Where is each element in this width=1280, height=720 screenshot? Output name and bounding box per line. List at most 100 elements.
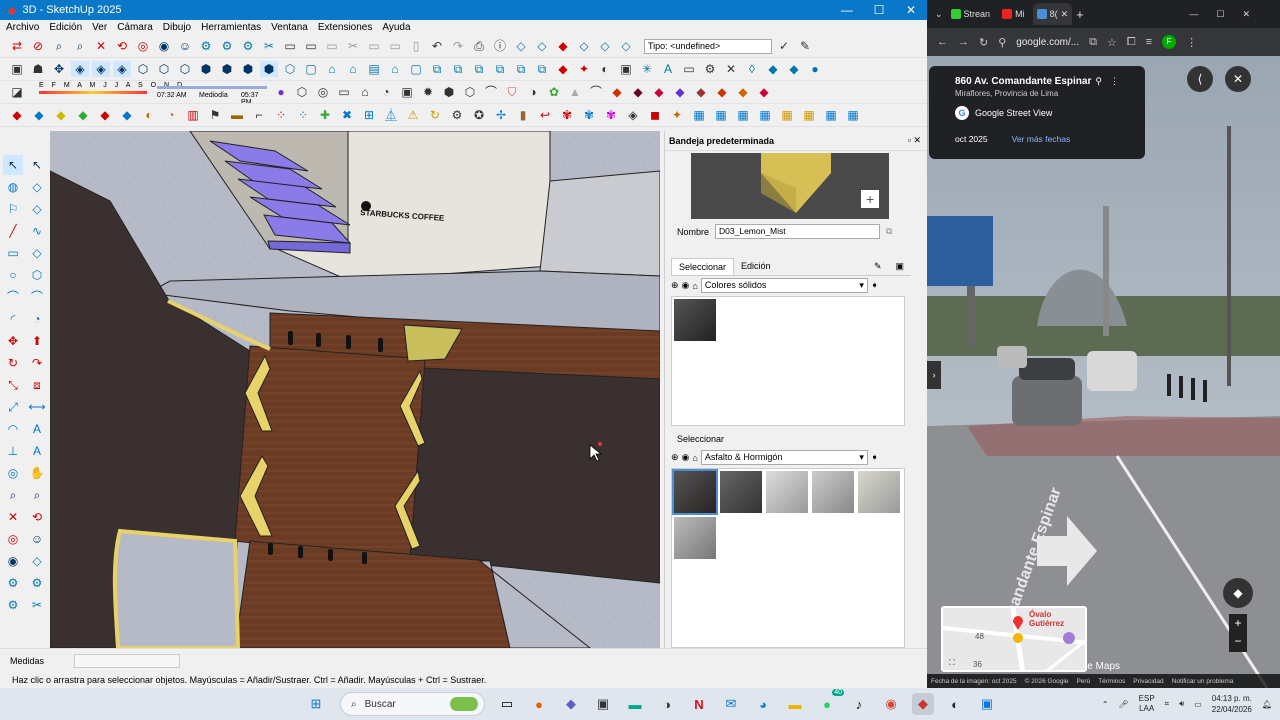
- position-camera-tool-icon[interactable]: ◎: [3, 529, 23, 549]
- arrow-tool-3[interactable]: ◆: [650, 84, 668, 100]
- tag-eraser-icon[interactable]: ◇: [27, 199, 47, 219]
- shield-icon[interactable]: ⛉: [503, 84, 521, 100]
- home-icon[interactable]: ⌂: [692, 281, 697, 291]
- plugin-icon-38[interactable]: ▦: [822, 107, 840, 123]
- drop-icon-2[interactable]: ◆: [764, 61, 782, 77]
- back-icon[interactable]: ←: [937, 36, 948, 48]
- details-icon[interactable]: ➧: [871, 280, 879, 291]
- xray-icon[interactable]: ⬡: [134, 61, 152, 77]
- plugin-icon-13[interactable]: ⁘: [272, 107, 290, 123]
- plugin-icon-7[interactable]: ◐: [140, 107, 158, 123]
- scale-tool-icon[interactable]: ⤡: [3, 375, 23, 395]
- plugin-icon-29[interactable]: ◈: [624, 107, 642, 123]
- plugin-icon-36[interactable]: ▦: [778, 107, 796, 123]
- models-icon[interactable]: ▣: [8, 61, 26, 77]
- section-fill-icon[interactable]: ⚙: [239, 38, 257, 54]
- solid-split-icon[interactable]: ⧉: [533, 61, 551, 77]
- store-icon[interactable]: ▣: [592, 693, 614, 715]
- protractor-icon[interactable]: ◠: [3, 419, 23, 439]
- curve-icon[interactable]: ⌒: [482, 84, 500, 100]
- mail-icon[interactable]: ✉: [720, 693, 742, 715]
- menu-archivo[interactable]: Archivo: [6, 22, 39, 33]
- notification-icon[interactable]: 🔔︎: [1262, 700, 1272, 709]
- month-slider[interactable]: [39, 91, 147, 94]
- photos-icon[interactable]: ▬: [624, 693, 646, 715]
- menu-edicion[interactable]: Edición: [49, 22, 82, 33]
- box-icon-2[interactable]: ◎: [314, 84, 332, 100]
- arrow-tool-2[interactable]: ◆: [629, 84, 647, 100]
- plugin-icon-25[interactable]: ↩: [536, 107, 554, 123]
- plugin-icon-6[interactable]: ◆: [118, 107, 136, 123]
- mic-icon[interactable]: 🎤︎: [1119, 700, 1129, 709]
- top-view-icon[interactable]: ◈: [92, 61, 110, 77]
- extension-icon-1[interactable]: ●: [272, 84, 290, 100]
- style-icon-4[interactable]: ▣: [617, 61, 635, 77]
- select-tool-icon[interactable]: ↖: [3, 155, 23, 175]
- pie-tool-icon[interactable]: ◔: [27, 309, 47, 329]
- install-icon[interactable]: ⧉: [1089, 36, 1097, 49]
- camera-bottom-icon[interactable]: ▢: [407, 61, 425, 77]
- section-tool-3-icon[interactable]: ⚙: [27, 573, 47, 593]
- plugin-icon-14[interactable]: ⁘: [294, 107, 312, 123]
- plugin-icon-19[interactable]: ⚠: [404, 107, 422, 123]
- camera-front-icon[interactable]: ⌂: [323, 61, 341, 77]
- plugin-icon-15[interactable]: ✚: [316, 107, 334, 123]
- zoom-window-tool-icon[interactable]: ⌕: [27, 485, 47, 505]
- sandbox-icon-6[interactable]: ◇: [617, 38, 635, 54]
- solid-outer-shell-icon[interactable]: ⧉: [428, 61, 446, 77]
- plugin-icon-24[interactable]: ▮: [514, 107, 532, 123]
- volume-icon[interactable]: 🔊︎: [1179, 699, 1184, 709]
- plugin-icon-21[interactable]: ⚙: [448, 107, 466, 123]
- plugin-icon-12[interactable]: ⌐: [250, 107, 268, 123]
- box-icon-4[interactable]: ⌂: [356, 84, 374, 100]
- back-edges-icon[interactable]: ⬡: [155, 61, 173, 77]
- drop-icon-4[interactable]: ●: [806, 61, 824, 77]
- material-swatch-black[interactable]: [674, 299, 716, 341]
- share-button[interactable]: ⟨: [1187, 66, 1213, 92]
- tag-pencil-icon[interactable]: ✎: [796, 38, 814, 54]
- zoom-extents-icon[interactable]: ✕: [92, 38, 110, 54]
- modeling-viewport[interactable]: STARBUCKS COFFEE: [50, 131, 660, 648]
- tray-pin-icon[interactable]: ▫ ✕: [908, 135, 921, 146]
- battery-icon[interactable]: ▭: [1194, 700, 1202, 709]
- redo-icon[interactable]: ↷: [449, 38, 467, 54]
- style-icon-2[interactable]: ✦: [575, 61, 593, 77]
- box-icon-9[interactable]: ⬡: [461, 84, 479, 100]
- paste-icon[interactable]: ▭: [386, 38, 404, 54]
- position-camera-icon[interactable]: ◎: [134, 38, 152, 54]
- box-icon-8[interactable]: ⬢: [440, 84, 458, 100]
- details-icon-2[interactable]: ➧: [871, 452, 879, 463]
- sample-paint-icon[interactable]: ▣: [888, 258, 911, 275]
- plugin-icon-30[interactable]: ◼: [646, 107, 664, 123]
- line-tool-icon[interactable]: ╱: [3, 221, 23, 241]
- clock[interactable]: 04:13 p. m. 22/04/2026: [1212, 693, 1252, 715]
- country-link[interactable]: Perú: [1076, 678, 1090, 685]
- arrow-tool-1[interactable]: ◆: [608, 84, 626, 100]
- look-around-icon[interactable]: ◉: [155, 38, 173, 54]
- eyedropper-icon[interactable]: ✎: [867, 258, 889, 275]
- bookmark-icon[interactable]: ☆: [1107, 36, 1117, 49]
- model-info-icon[interactable]: ⓘ: [491, 38, 509, 54]
- monochrome-icon[interactable]: ⬢: [260, 61, 278, 77]
- solid-trim-icon[interactable]: ⧉: [512, 61, 530, 77]
- library-dropdown-1[interactable]: Colores sólidos: [700, 278, 868, 293]
- plugin-icon-5[interactable]: ◆: [96, 107, 114, 123]
- save-icon[interactable]: ▭: [323, 38, 341, 54]
- explorer-icon[interactable]: ▬: [784, 693, 806, 715]
- arc3-tool-icon[interactable]: ◜: [3, 309, 23, 329]
- arrow-tool-5[interactable]: ◆: [692, 84, 710, 100]
- sandbox-icon-4[interactable]: ◇: [575, 38, 593, 54]
- close-button[interactable]: ✕: [895, 3, 927, 17]
- polygon-tool-icon[interactable]: ⬡: [27, 265, 47, 285]
- material-swatch-concrete-3[interactable]: [858, 471, 900, 513]
- user-icon[interactable]: ☗: [29, 61, 47, 77]
- tab-search-icon[interactable]: ⌄: [935, 9, 943, 20]
- 3d-text-icon[interactable]: A: [27, 441, 47, 461]
- privacy-link[interactable]: Privacidad: [1133, 678, 1163, 685]
- plugin-icon-39[interactable]: ▦: [844, 107, 862, 123]
- plugin-icon-28[interactable]: ✾: [602, 107, 620, 123]
- start-icon[interactable]: ⊞: [305, 693, 327, 715]
- paint-bucket-icon[interactable]: ◍: [3, 177, 23, 197]
- camera-back-icon[interactable]: ▤: [365, 61, 383, 77]
- sandbox-icon-5[interactable]: ◇: [596, 38, 614, 54]
